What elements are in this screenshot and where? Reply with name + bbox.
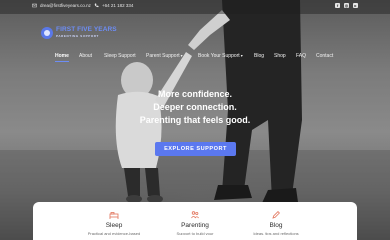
youtube-icon[interactable]: ▸ (353, 3, 358, 8)
card-parenting-desc: Support to build your (176, 231, 214, 235)
card-sleep-title: Sleep (105, 222, 123, 229)
headline-line-1: More confidence. (157, 89, 232, 99)
nav-active-indicator (55, 61, 69, 62)
email-contact[interactable]: drea@firstfiveyears.co.nz (32, 3, 91, 8)
logo-text: FIRST FIVE YEARS PARENTING SUPPORT (56, 26, 117, 39)
explore-support-button[interactable]: EXPLORE SUPPORT (155, 142, 236, 156)
card-parenting[interactable]: Parenting Support to build your (155, 202, 235, 235)
parents-icon (191, 211, 199, 219)
card-blog-title: Blog (269, 222, 283, 229)
pen-icon (272, 211, 280, 219)
logo-tagline: PARENTING SUPPORT (56, 34, 99, 38)
services-cards: Sleep Practical and evidence-based Paren… (33, 202, 357, 240)
hero-headline: More confidence. Deeper connection. Pare… (0, 88, 390, 127)
nav-book-support[interactable]: Book Your Support▾ (198, 53, 243, 59)
logo-mark-icon (41, 27, 53, 39)
nav-contact[interactable]: Contact (316, 53, 333, 59)
headline-line-3: Parenting that feels good. (139, 115, 251, 125)
chevron-down-icon: ▾ (240, 53, 243, 58)
phone-text: +64 21 182 334 (102, 3, 134, 8)
card-sleep[interactable]: Sleep Practical and evidence-based (74, 202, 154, 235)
top-bar: drea@firstfiveyears.co.nz +64 21 182 334… (0, 0, 390, 14)
chevron-down-icon: ▾ (180, 53, 183, 58)
social-links: f ◎ ▸ (335, 3, 358, 8)
nav-home[interactable]: Home (55, 53, 69, 59)
phone-contact[interactable]: +64 21 182 334 (94, 3, 133, 8)
instagram-icon[interactable]: ◎ (344, 3, 349, 8)
nav-blog[interactable]: Blog (254, 53, 264, 59)
hero-section: drea@firstfiveyears.co.nz +64 21 182 334… (0, 0, 390, 240)
site-logo[interactable]: FIRST FIVE YEARS PARENTING SUPPORT (41, 26, 117, 39)
facebook-icon[interactable]: f (335, 3, 340, 8)
nav-sleep-support[interactable]: Sleep Support (104, 53, 136, 59)
card-sleep-desc: Practical and evidence-based (87, 231, 141, 235)
logo-name: FIRST FIVE YEARS (56, 26, 117, 33)
bed-icon (109, 212, 119, 219)
card-parenting-title: Parenting (181, 222, 209, 229)
nav-parent-support[interactable]: Parent Support▾ (146, 53, 183, 59)
nav-about[interactable]: About (79, 53, 92, 59)
card-blog-desc: Ideas, tips and reflections (253, 231, 299, 235)
phone-icon (94, 3, 99, 8)
card-blog[interactable]: Blog Ideas, tips and reflections (236, 202, 316, 235)
headline-line-2: Deeper connection. (153, 102, 237, 112)
main-nav: Home About Sleep Support Parent Support▾… (0, 53, 390, 61)
email-text: drea@firstfiveyears.co.nz (40, 3, 91, 8)
nav-faq[interactable]: FAQ (296, 53, 306, 59)
nav-shop[interactable]: Shop (274, 53, 286, 59)
nav-parent-support-label: Parent Support (146, 53, 180, 59)
nav-book-support-label: Book Your Support (198, 53, 240, 59)
mail-icon (32, 3, 37, 8)
